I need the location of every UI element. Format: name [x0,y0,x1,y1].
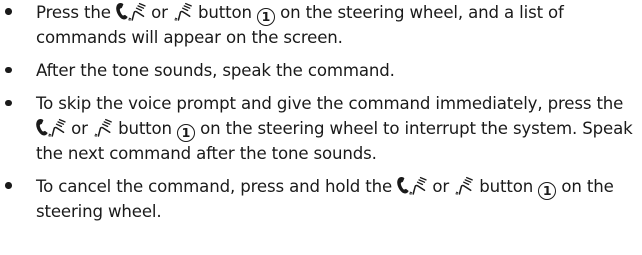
voice-icon [93,118,113,137]
list-item: To cancel the command, press and hold th… [0,175,638,225]
callout-number: 1 [177,124,196,142]
instruction-document: Press the or button 1 on the steering wh… [0,0,642,225]
phone-voice-icon [116,2,146,21]
list-item: Press the or button 1 on the steering wh… [0,1,638,51]
phone-voice-icon [397,176,427,195]
list-item: To skip the voice prompt and give the co… [0,92,638,166]
or-text: or [151,3,168,22]
item-text-start: To cancel the command, press and hold th… [36,177,393,196]
bullet-icon [4,175,13,200]
or-text: or [71,118,88,138]
item-text: After the tone sounds, speak the command… [36,61,395,81]
bullet-icon [4,92,13,117]
item-text-start: Press the [36,3,111,22]
bullet-icon [4,1,13,26]
phone-voice-icon [36,118,66,137]
button-word: button [198,3,252,22]
callout-number: 1 [538,182,557,201]
list-item: After the tone sounds, speak the command… [0,59,638,84]
callout-number: 1 [257,8,275,27]
item-text-start: To skip the voice prompt and give the co… [36,94,624,114]
or-text: or [432,177,450,196]
button-word: button [479,177,534,196]
voice-icon [173,2,193,21]
voice-icon [454,176,474,195]
instruction-list: Press the or button 1 on the steering wh… [0,1,638,225]
button-word: button [118,118,172,138]
bullet-icon [4,59,13,84]
